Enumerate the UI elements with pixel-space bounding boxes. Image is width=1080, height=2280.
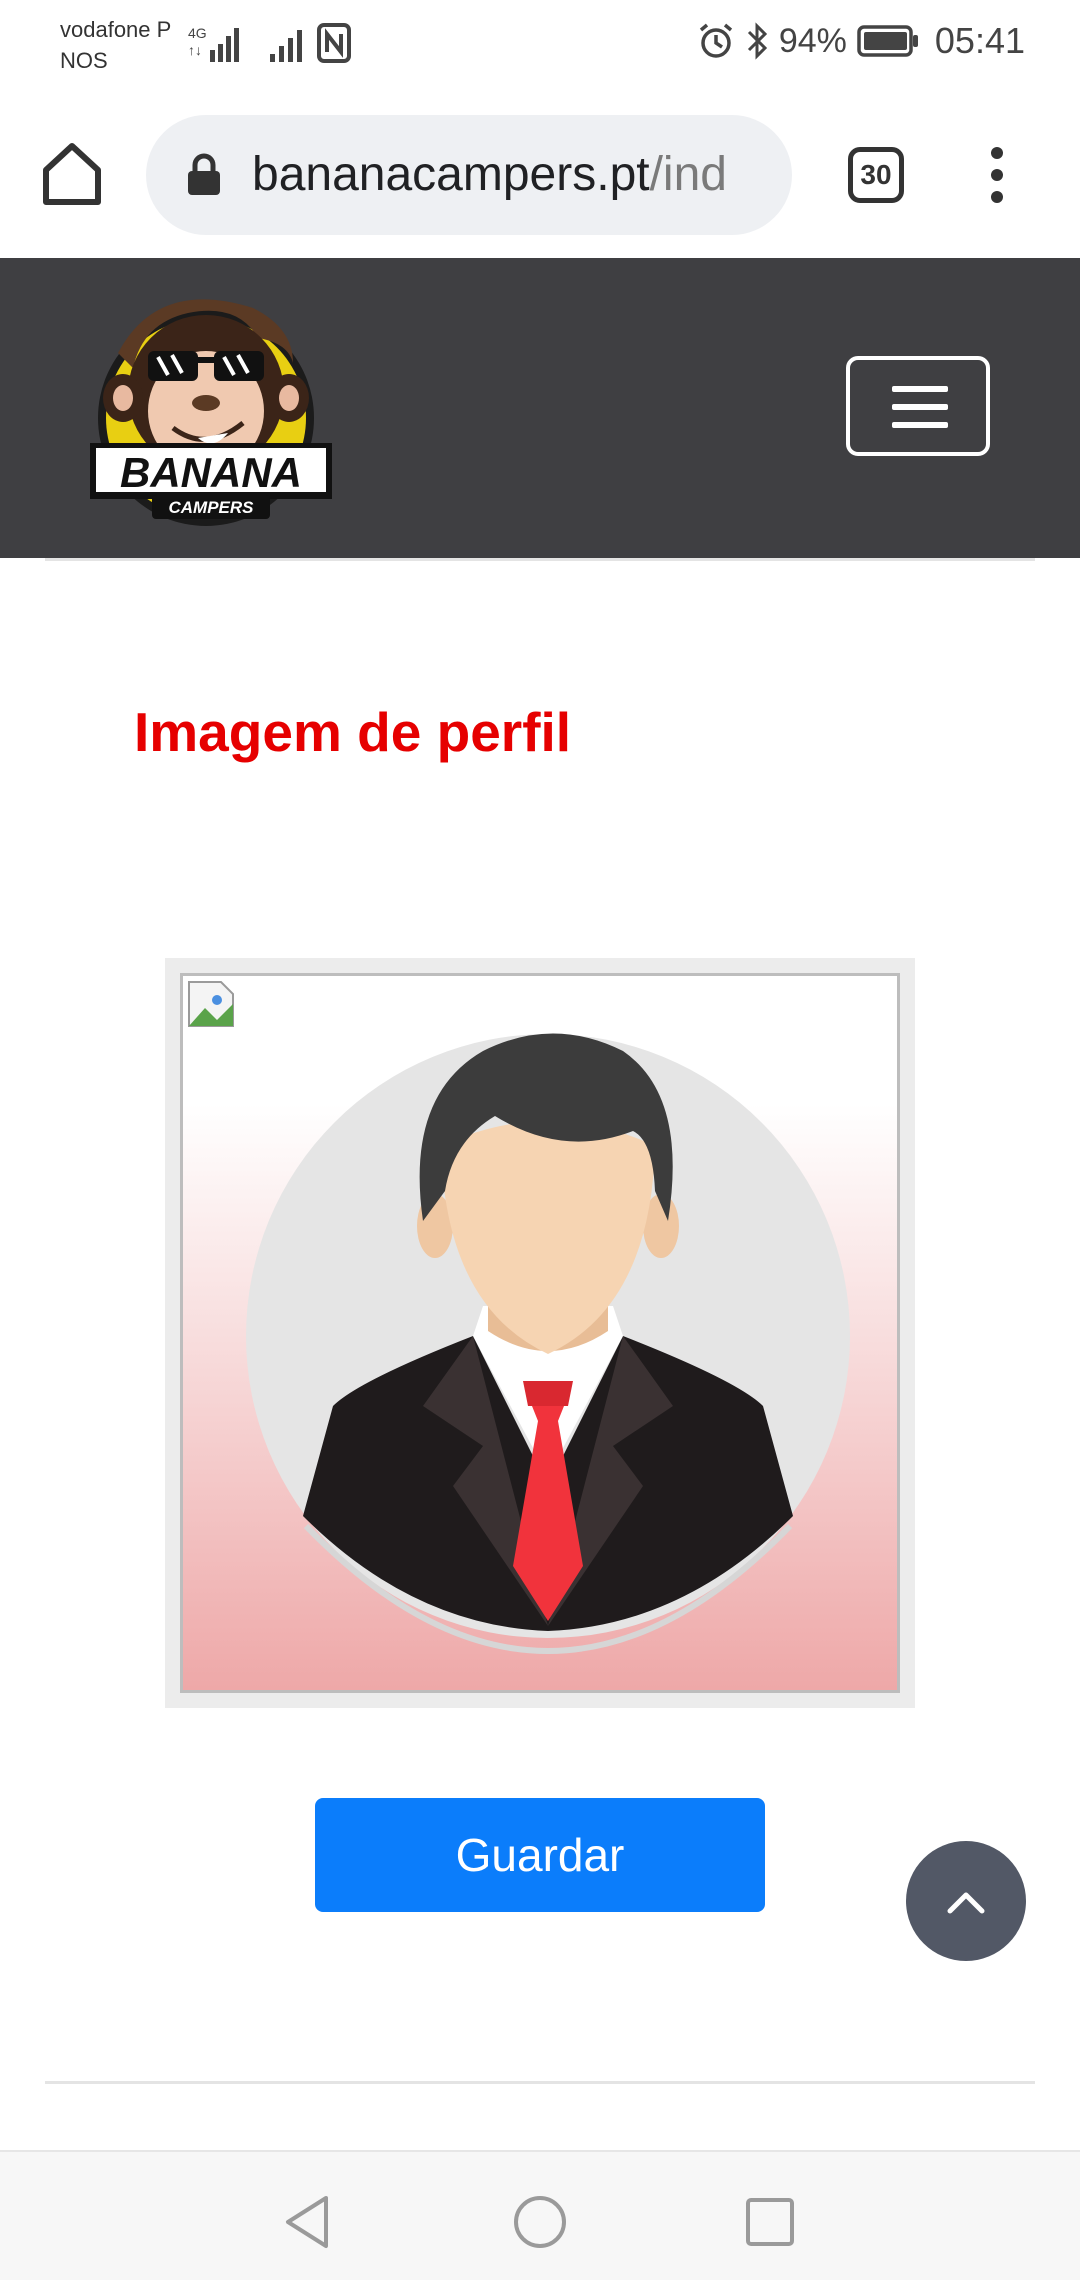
- url-host: bananacampers.pt: [252, 148, 650, 201]
- logo-title: BANANA: [120, 449, 302, 496]
- tab-switcher-button[interactable]: 30: [848, 147, 904, 203]
- nav-menu-toggle-button[interactable]: [846, 356, 990, 456]
- carrier-info: vodafone P NOS: [60, 14, 171, 76]
- status-bar: vodafone P NOS 4G ↑↓ 94% 05:41: [0, 0, 1080, 95]
- home-circle-icon[interactable]: [510, 2192, 570, 2252]
- svg-text:↑↓: ↑↓: [188, 42, 202, 58]
- address-bar[interactable]: bananacampers.pt/ind: [146, 115, 792, 235]
- logo-subtitle: CAMPERS: [168, 498, 254, 517]
- default-avatar-illustration: [246, 1033, 850, 1654]
- url-text: bananacampers.pt/ind: [252, 143, 772, 207]
- hamburger-line: [892, 404, 948, 410]
- chevron-up-icon: [947, 1892, 985, 1914]
- site-header: BANANA CAMPERS: [0, 258, 1080, 558]
- save-button[interactable]: Guardar: [315, 1798, 765, 1912]
- hamburger-line: [892, 386, 948, 392]
- profile-image-frame[interactable]: [165, 958, 915, 1708]
- banana-campers-logo[interactable]: BANANA CAMPERS: [88, 283, 334, 533]
- alarm-icon: [699, 23, 732, 58]
- url-path: /ind: [649, 148, 727, 201]
- back-icon[interactable]: [278, 2192, 338, 2252]
- clock: 05:41: [934, 20, 1025, 61]
- battery-icon: [857, 25, 918, 57]
- page-title: Imagem de perfil: [134, 701, 572, 763]
- broken-image-icon: [188, 981, 234, 1027]
- home-icon[interactable]: [38, 140, 106, 208]
- carrier-line-1: vodafone P: [60, 17, 172, 42]
- recent-apps-icon[interactable]: [740, 2192, 800, 2252]
- hamburger-line: [892, 422, 948, 428]
- nfc-icon: [317, 23, 351, 63]
- browser-toolbar: bananacampers.pt/ind 30: [0, 95, 1080, 258]
- bottom-divider: [45, 2081, 1035, 2084]
- bluetooth-icon: [747, 22, 767, 60]
- network-type-label: 4G: [188, 25, 207, 41]
- lock-icon: [188, 153, 220, 195]
- more-options-icon[interactable]: [980, 145, 1014, 205]
- signal-icon-2: [270, 30, 302, 62]
- scroll-to-top-button[interactable]: [906, 1841, 1026, 1961]
- signal-icon: 4G ↑↓: [188, 25, 239, 62]
- system-navigation-bar: [0, 2150, 1080, 2280]
- battery-percent: 94%: [778, 21, 847, 60]
- profile-image[interactable]: [180, 973, 900, 1693]
- top-divider: [45, 558, 1035, 561]
- carrier-line-2: NOS: [60, 48, 108, 73]
